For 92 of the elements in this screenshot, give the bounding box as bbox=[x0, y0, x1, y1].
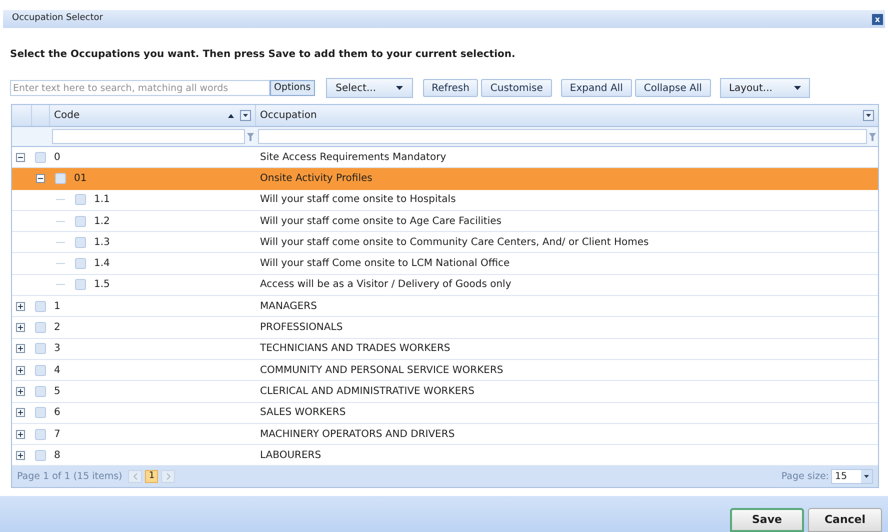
occupation-cell-text: Site Access Requirements Mandatory bbox=[259, 150, 446, 165]
expand-icon[interactable] bbox=[16, 386, 25, 396]
occupation-cell-text: Will your staff come onsite to Community Care Centers, And/ or Client Homes bbox=[259, 236, 649, 250]
previous-page-button[interactable] bbox=[128, 470, 142, 484]
code-cell-text: 1.4 bbox=[94, 257, 110, 272]
checkbox[interactable] bbox=[35, 364, 46, 376]
save-button[interactable]: Save bbox=[730, 508, 804, 532]
checkbox[interactable] bbox=[35, 407, 46, 418]
expand-icon[interactable] bbox=[16, 344, 25, 354]
checkbox[interactable] bbox=[75, 194, 86, 206]
next-page-button[interactable] bbox=[161, 470, 176, 484]
toolbar-button[interactable]: Collapse All bbox=[634, 79, 711, 97]
page-size-label: Page size: bbox=[781, 470, 829, 484]
caret-icon bbox=[861, 470, 872, 484]
code-cell-text: 5 bbox=[54, 384, 60, 399]
column-menu-icon[interactable] bbox=[240, 110, 251, 121]
occupation-cell-text: LABOURERS bbox=[259, 448, 322, 463]
checkbox[interactable] bbox=[35, 300, 46, 312]
filter-icon[interactable] bbox=[869, 132, 876, 140]
occupation-cell-text: SALES WORKERS bbox=[259, 406, 346, 420]
code-cell-text: 7 bbox=[54, 428, 60, 442]
table-row[interactable]: 3 TECHNICIANS AND TRADES WORKERS bbox=[12, 338, 878, 360]
code-cell-text: 01 bbox=[74, 172, 87, 186]
occupation-cell-text: TECHNICIANS AND TRADES WORKERS bbox=[259, 342, 450, 356]
table-row[interactable]: 1.1 Will your staff come onsite to Hospitals bbox=[12, 190, 878, 211]
code-cell-text: 4 bbox=[54, 364, 60, 378]
code-cell-text: 1.3 bbox=[94, 236, 110, 250]
collapse-icon[interactable] bbox=[36, 174, 45, 183]
checkbox[interactable] bbox=[35, 322, 46, 334]
checkbox[interactable] bbox=[35, 343, 46, 354]
code-cell-text: 1.5 bbox=[94, 278, 110, 292]
occupation-cell-text: MACHINERY OPERATORS AND DRIVERS bbox=[259, 428, 455, 442]
page-size-dropdown[interactable]: 15 bbox=[831, 469, 873, 484]
checkbox[interactable] bbox=[35, 386, 46, 397]
caret-icon bbox=[396, 86, 403, 90]
close-button[interactable]: x bbox=[872, 14, 883, 24]
toolbar-button[interactable]: Refresh bbox=[422, 79, 478, 97]
select-dropdown[interactable]: Select... bbox=[326, 78, 413, 98]
table-row[interactable]: 6 SALES WORKERS bbox=[12, 402, 878, 424]
cancel-button[interactable]: Cancel bbox=[808, 508, 882, 532]
expand-icon[interactable] bbox=[16, 450, 25, 460]
filter-field[interactable] bbox=[258, 129, 867, 144]
code-cell-text: 0 bbox=[54, 150, 60, 165]
chevron-right-icon bbox=[166, 473, 171, 480]
table-row[interactable]: 01 Onsite Activity Profiles bbox=[12, 168, 878, 190]
filter-icon[interactable] bbox=[247, 132, 254, 140]
checkbox[interactable] bbox=[75, 258, 86, 270]
search-field[interactable]: Enter text here to search, matching all words bbox=[10, 80, 270, 96]
checkbox[interactable] bbox=[35, 450, 46, 461]
options-button[interactable]: Options bbox=[270, 80, 315, 96]
occupation-cell-text: PROFESSIONALS bbox=[259, 321, 343, 336]
checkbox[interactable] bbox=[75, 216, 86, 227]
code-cell-text: 1 bbox=[54, 300, 60, 314]
occupation-cell-text: Will your staff come onsite to Hospitals bbox=[259, 193, 456, 208]
code-cell-text: 1.1 bbox=[94, 193, 110, 208]
checkbox[interactable] bbox=[55, 172, 66, 184]
instruction-text: Select the Occupations you want. Then press Save to add them to your current selection. bbox=[10, 48, 516, 62]
occupation-cell-text: Onsite Activity Profiles bbox=[259, 172, 372, 186]
occupation-cell-text: CLERICAL AND ADMINISTRATIVE WORKERS bbox=[259, 384, 474, 399]
toolbar-button[interactable]: Expand All bbox=[560, 79, 632, 97]
expand-icon[interactable] bbox=[16, 366, 25, 375]
code-cell-text: 8 bbox=[54, 448, 60, 463]
expand-icon[interactable] bbox=[16, 430, 25, 438]
collapse-icon[interactable] bbox=[16, 152, 25, 162]
occupation-cell-text: MANAGERS bbox=[259, 300, 317, 314]
expand-icon[interactable] bbox=[16, 302, 25, 311]
occupation-cell-text: Will your staff come onsite to Age Care Facilities bbox=[259, 214, 502, 229]
column-header[interactable]: Code bbox=[50, 105, 256, 126]
sort-ascending-icon bbox=[228, 114, 234, 118]
code-cell-text: 6 bbox=[54, 406, 60, 420]
occupation-cell-text: COMMUNITY AND PERSONAL SERVICE WORKERS bbox=[259, 364, 504, 378]
page-summary: Page 1 of 1 (15 items) bbox=[17, 470, 122, 484]
page-button[interactable]: 1 bbox=[145, 470, 158, 484]
occupation-cell-text: Will your staff Come onsite to LCM National Office bbox=[259, 257, 510, 272]
code-cell-text: 3 bbox=[54, 342, 60, 356]
occupation-cell-text: Access will be as a Visitor / Delivery of Goods only bbox=[259, 278, 512, 292]
chevron-left-icon bbox=[132, 473, 138, 480]
window-title: Occupation Selector bbox=[12, 12, 103, 26]
filter-field[interactable] bbox=[52, 129, 245, 144]
expand-icon[interactable] bbox=[16, 323, 25, 332]
column-header[interactable]: Occupation bbox=[256, 105, 878, 126]
checkbox[interactable] bbox=[75, 236, 86, 248]
expand-icon[interactable] bbox=[16, 408, 25, 418]
column-menu-icon[interactable] bbox=[863, 110, 874, 121]
toolbar-button[interactable]: Customise bbox=[481, 79, 552, 97]
code-cell-text: 1.2 bbox=[94, 214, 110, 229]
caret-icon bbox=[794, 86, 801, 90]
checkbox[interactable] bbox=[35, 428, 46, 440]
checkbox[interactable] bbox=[35, 152, 46, 163]
checkbox[interactable] bbox=[75, 279, 86, 290]
code-cell-text: 2 bbox=[54, 321, 60, 336]
layout-dropdown[interactable]: Layout... bbox=[720, 78, 810, 98]
